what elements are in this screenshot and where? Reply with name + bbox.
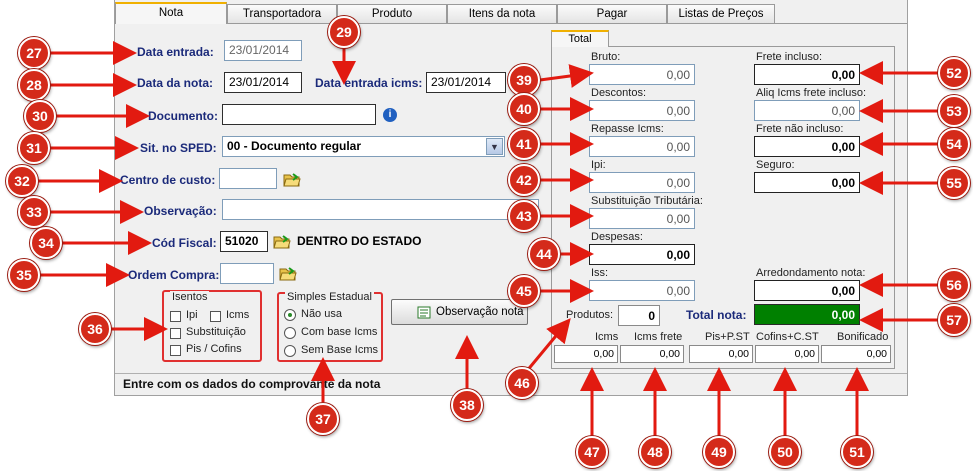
callout-52: 52 [938,57,970,89]
callout-55: 55 [938,167,970,199]
callout-40: 40 [508,93,540,125]
callout-47: 47 [576,436,608,468]
callout-43: 43 [508,200,540,232]
callout-34: 34 [30,227,62,259]
callout-33: 33 [18,196,50,228]
callout-31: 31 [18,132,50,164]
callout-46: 46 [506,367,538,399]
callout-39: 39 [508,64,540,96]
callout-41: 41 [508,128,540,160]
callout-56: 56 [938,269,970,301]
callout-44: 44 [528,238,560,270]
callout-32: 32 [6,165,38,197]
callout-57: 57 [938,304,970,336]
callout-38: 38 [451,389,483,421]
callout-30: 30 [24,100,56,132]
callout-36: 36 [79,313,111,345]
callout-51: 51 [841,436,873,468]
callout-35: 35 [8,259,40,291]
callout-54: 54 [938,128,970,160]
callout-42: 42 [508,164,540,196]
callout-49: 49 [703,436,735,468]
callout-45: 45 [508,275,540,307]
callout-28: 28 [18,69,50,101]
callout-53: 53 [938,95,970,127]
callout-37: 37 [307,403,339,435]
annotation-arrows [38,41,940,436]
callout-50: 50 [769,436,801,468]
callout-48: 48 [639,436,671,468]
callout-27: 27 [18,37,50,69]
callout-29: 29 [328,16,360,48]
